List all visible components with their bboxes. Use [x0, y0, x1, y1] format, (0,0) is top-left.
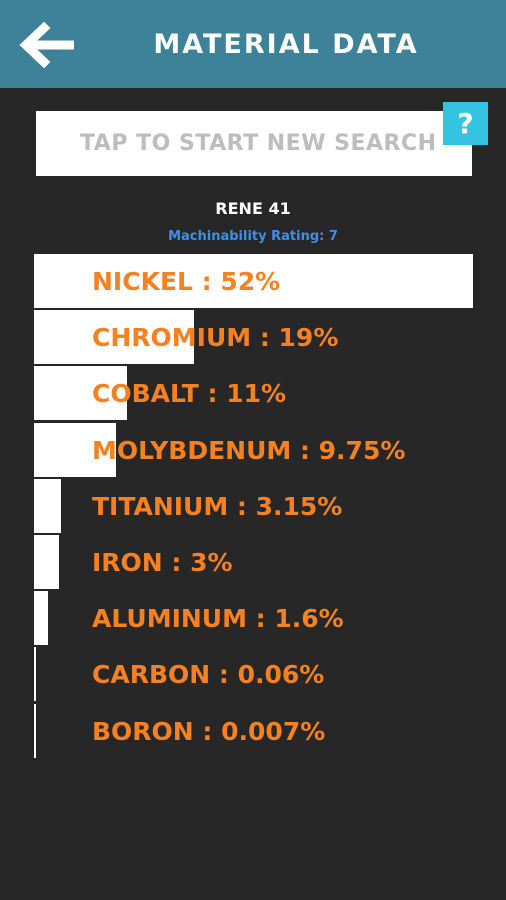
machinability-rating: Machinability Rating: 7 — [168, 229, 338, 244]
composition-row: CARBON : 0.06% — [0, 647, 506, 703]
composition-row: MOLYBDENUM : 9.75% — [0, 422, 506, 479]
composition-row: CHROMIUM : 19% — [0, 310, 506, 366]
composition-label: CHROMIUM : 19% — [92, 323, 339, 353]
search-input[interactable]: TAP TO START NEW SEARCH — [36, 111, 472, 176]
page-title: MATERIAL DATA — [153, 29, 419, 60]
composition-row: NICKEL : 52% — [0, 254, 506, 310]
composition-label: ALUMINUM : 1.6% — [92, 604, 344, 634]
composition-label: MOLYBDENUM : 9.75% — [92, 435, 406, 465]
help-button[interactable]: ? — [443, 102, 488, 145]
app-header: MATERIAL DATA — [0, 0, 506, 88]
composition-label: TITANIUM : 3.15% — [92, 491, 343, 521]
composition-label: NICKEL : 52% — [92, 267, 281, 296]
composition-label: BORON : 0.007% — [92, 716, 326, 746]
composition-row: ALUMINUM : 1.6% — [0, 591, 506, 647]
back-button[interactable] — [18, 21, 75, 69]
composition-row: IRON : 3% — [0, 534, 506, 591]
composition-bar — [34, 647, 36, 702]
composition-row: TITANIUM : 3.15% — [0, 478, 506, 535]
composition-list: NICKEL : 52% CHROMIUM : 19% COBALT : 11% MO… — [0, 254, 506, 760]
composition-label: COBALT : 11% — [92, 379, 287, 409]
composition-bar — [34, 591, 48, 646]
composition-bar — [34, 703, 36, 758]
material-name: RENE 41 — [215, 199, 291, 218]
composition-bar — [34, 478, 61, 533]
arrow-left-icon — [19, 21, 75, 69]
composition-label: CARBON : 0.06% — [92, 660, 325, 690]
composition-label: IRON : 3% — [92, 547, 233, 577]
composition-bar — [34, 534, 60, 589]
composition-row: COBALT : 11% — [0, 366, 506, 422]
composition-row: BORON : 0.007% — [0, 703, 506, 760]
